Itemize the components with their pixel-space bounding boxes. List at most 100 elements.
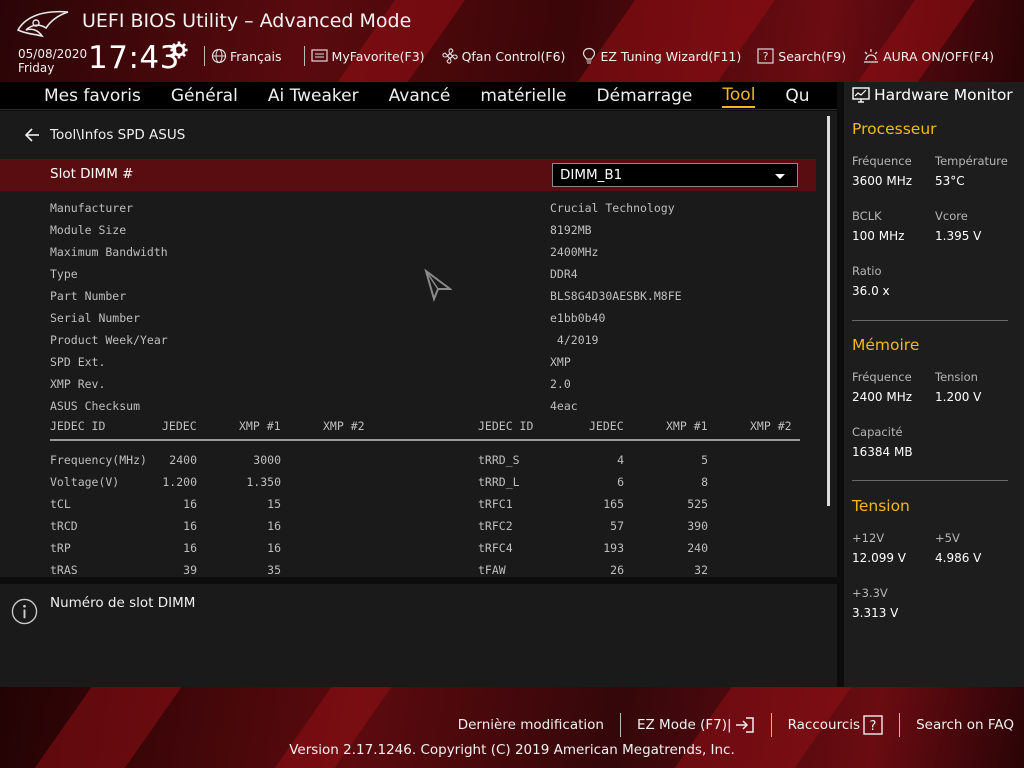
gear-icon[interactable] (170, 41, 188, 59)
rog-logo-icon (16, 10, 69, 38)
cpu-bclk: BCLK 100 MHz (852, 209, 904, 243)
mem-frequency-label: Fréquence (852, 370, 912, 384)
language-button[interactable]: Français (211, 48, 282, 64)
voltage-3v3: +3.3V 3.313 V (852, 586, 898, 620)
cpu-frequency-label: Fréquence (852, 154, 912, 168)
aura-icon (864, 49, 879, 63)
table-row: tRCD 16 16 tRFC2 57 390 (50, 515, 800, 537)
cpu-vcore-label: Vcore (935, 209, 968, 223)
table-row: tRP 16 16 tRFC4 193 240 (50, 537, 800, 559)
dimm-slot-row[interactable]: Slot DIMM # DIMM_B1 (0, 159, 816, 191)
timing-xmp1: 8 (701, 475, 708, 489)
timing-name: tRP (50, 541, 71, 555)
favorite-icon (310, 49, 328, 62)
timing-jedec: 57 (610, 519, 624, 533)
help-text: Numéro de slot DIMM (50, 595, 196, 611)
tab-quitter[interactable]: Qu (785, 86, 809, 106)
cpu-frequency: Fréquence 3600 MHz (852, 154, 912, 188)
breadcrumb[interactable]: Tool\Infos SPD ASUS (24, 127, 185, 143)
breadcrumb-path: Tool\Infos SPD ASUS (50, 127, 186, 143)
tab-mes-favoris[interactable]: Mes favoris (44, 86, 141, 106)
table-row: Frequency(MHz) 2400 3000 tRRD_S 4 5 (50, 449, 800, 471)
last-modified-button[interactable]: Dernière modification (458, 717, 604, 733)
language-label: Français (230, 48, 282, 64)
dimm-slot-label: Slot DIMM # (50, 166, 134, 182)
cpu-temperature: Température 53°C (935, 154, 1008, 188)
voltage-3v3-value: 3.313 V (852, 606, 899, 620)
cpu-ratio-label: Ratio (852, 264, 882, 278)
footer-links: Dernière modification EZ Mode (F7)| Racc… (458, 713, 1014, 737)
timing-xmp1: 240 (687, 541, 708, 555)
date-text: 05/08/2020 (18, 47, 88, 61)
app-title: UEFI BIOS Utility – Advanced Mode (82, 10, 412, 32)
tension-section: Tension +12V 12.099 V +5V 4.986 V +3.3V 3.3… (852, 497, 1010, 627)
tab-demarrage[interactable]: Démarrage (597, 86, 693, 106)
search-faq-button[interactable]: Search on FAQ (916, 717, 1014, 733)
info-icon (11, 598, 38, 625)
header-decor (557, 0, 783, 82)
ez-tuning-wizard-button[interactable]: EZ Tuning Wizard(F11) (581, 47, 741, 65)
aura-toggle-button[interactable]: AURA ON/OFF(F4) (862, 48, 994, 64)
timing-name: tRRD_S (478, 453, 520, 467)
voltage-3v3-label: +3.3V (852, 586, 888, 600)
timing-jedec: 6 (617, 475, 624, 489)
dimm-slot-value: DIMM_B1 (560, 167, 623, 183)
tab-avance[interactable]: Avancé (389, 86, 451, 106)
voltage-5v-label: +5V (935, 531, 960, 545)
mem-tension-label: Tension (935, 370, 978, 384)
timing-jedec: 4 (617, 453, 624, 467)
info-value: 4/2019 (550, 333, 599, 347)
timing-jedec: 39 (183, 563, 197, 577)
info-row: Product Week/Year 4/2019 (50, 331, 810, 353)
hardware-monitor-header: Hardware Monitor (852, 86, 1013, 104)
timing-xmp1: 3000 (253, 453, 281, 467)
timing-name: tRFC1 (478, 497, 513, 511)
last-modified-label: Dernière modification (457, 717, 604, 733)
tab-general[interactable]: Général (171, 86, 238, 106)
timing-name: tRAS (50, 563, 78, 577)
main-scrollbar[interactable] (827, 116, 830, 506)
mem-frequency-value: 2400 MHz (852, 390, 913, 404)
timing-table: JEDEC ID JEDEC XMP #1 XMP #2 JEDEC ID JE… (50, 417, 800, 577)
toolbar-divider (303, 46, 305, 66)
hardware-monitor-title: Hardware Monitor (874, 86, 1013, 104)
timing-xmp1: 1.350 (246, 475, 281, 489)
dimm-slot-select[interactable]: DIMM_B1 (552, 163, 798, 187)
shortcuts-button[interactable]: Raccourcis ? (788, 715, 883, 735)
info-key: Maximum Bandwidth (50, 245, 168, 259)
col-header-xmp2: XMP #2 (323, 419, 365, 433)
tension-title: Tension (852, 497, 910, 515)
header-decor (837, 0, 983, 82)
tab-ai-tweaker[interactable]: Ai Tweaker (268, 86, 359, 106)
timing-table-header: JEDEC ID JEDEC XMP #1 XMP #2 JEDEC ID JE… (50, 417, 800, 441)
timing-jedec: 16 (183, 541, 197, 555)
info-value: 4eac (550, 399, 578, 413)
myfavorite-button[interactable]: MyFavorite(F3) (310, 48, 425, 64)
col-header-jedec: JEDEC (589, 419, 624, 433)
qfan-control-button[interactable]: Qfan Control(F6) (441, 47, 565, 65)
chevron-down-icon (775, 174, 785, 179)
cpu-temperature-value: 53°C (935, 174, 965, 188)
footer-divider (899, 713, 901, 737)
tab-tool[interactable]: Tool (722, 85, 756, 108)
info-row: Module Size 8192MB (50, 221, 810, 243)
info-key: XMP Rev. (50, 377, 106, 391)
back-arrow-icon[interactable] (24, 128, 40, 142)
info-value: Crucial Technology (550, 201, 675, 215)
info-row: XMP Rev. 2.0 (50, 375, 810, 397)
footer-divider (619, 713, 621, 737)
timing-jedec: 165 (603, 497, 624, 511)
aura-toggle-label: AURA ON/OFF(F4) (883, 48, 995, 64)
info-row: SPD Ext. XMP (50, 353, 810, 375)
col-header-xmp1: XMP #1 (239, 419, 281, 433)
info-key: Module Size (50, 223, 127, 237)
tab-materielle[interactable]: matérielle (480, 86, 566, 106)
processeur-title: Processeur (852, 120, 937, 138)
shortcuts-label: Raccourcis (787, 717, 861, 733)
main-panel: Tool\Infos SPD ASUS Slot DIMM # DIMM_B1 … (0, 111, 837, 577)
timing-jedec: 1.200 (162, 475, 197, 489)
search-faq-label: Search on FAQ (916, 717, 1014, 733)
mem-tension: Tension 1.200 V (935, 370, 981, 404)
ez-mode-button[interactable]: EZ Mode (F7)| (637, 716, 755, 734)
search-button[interactable]: ? Search(F9) (757, 48, 846, 64)
